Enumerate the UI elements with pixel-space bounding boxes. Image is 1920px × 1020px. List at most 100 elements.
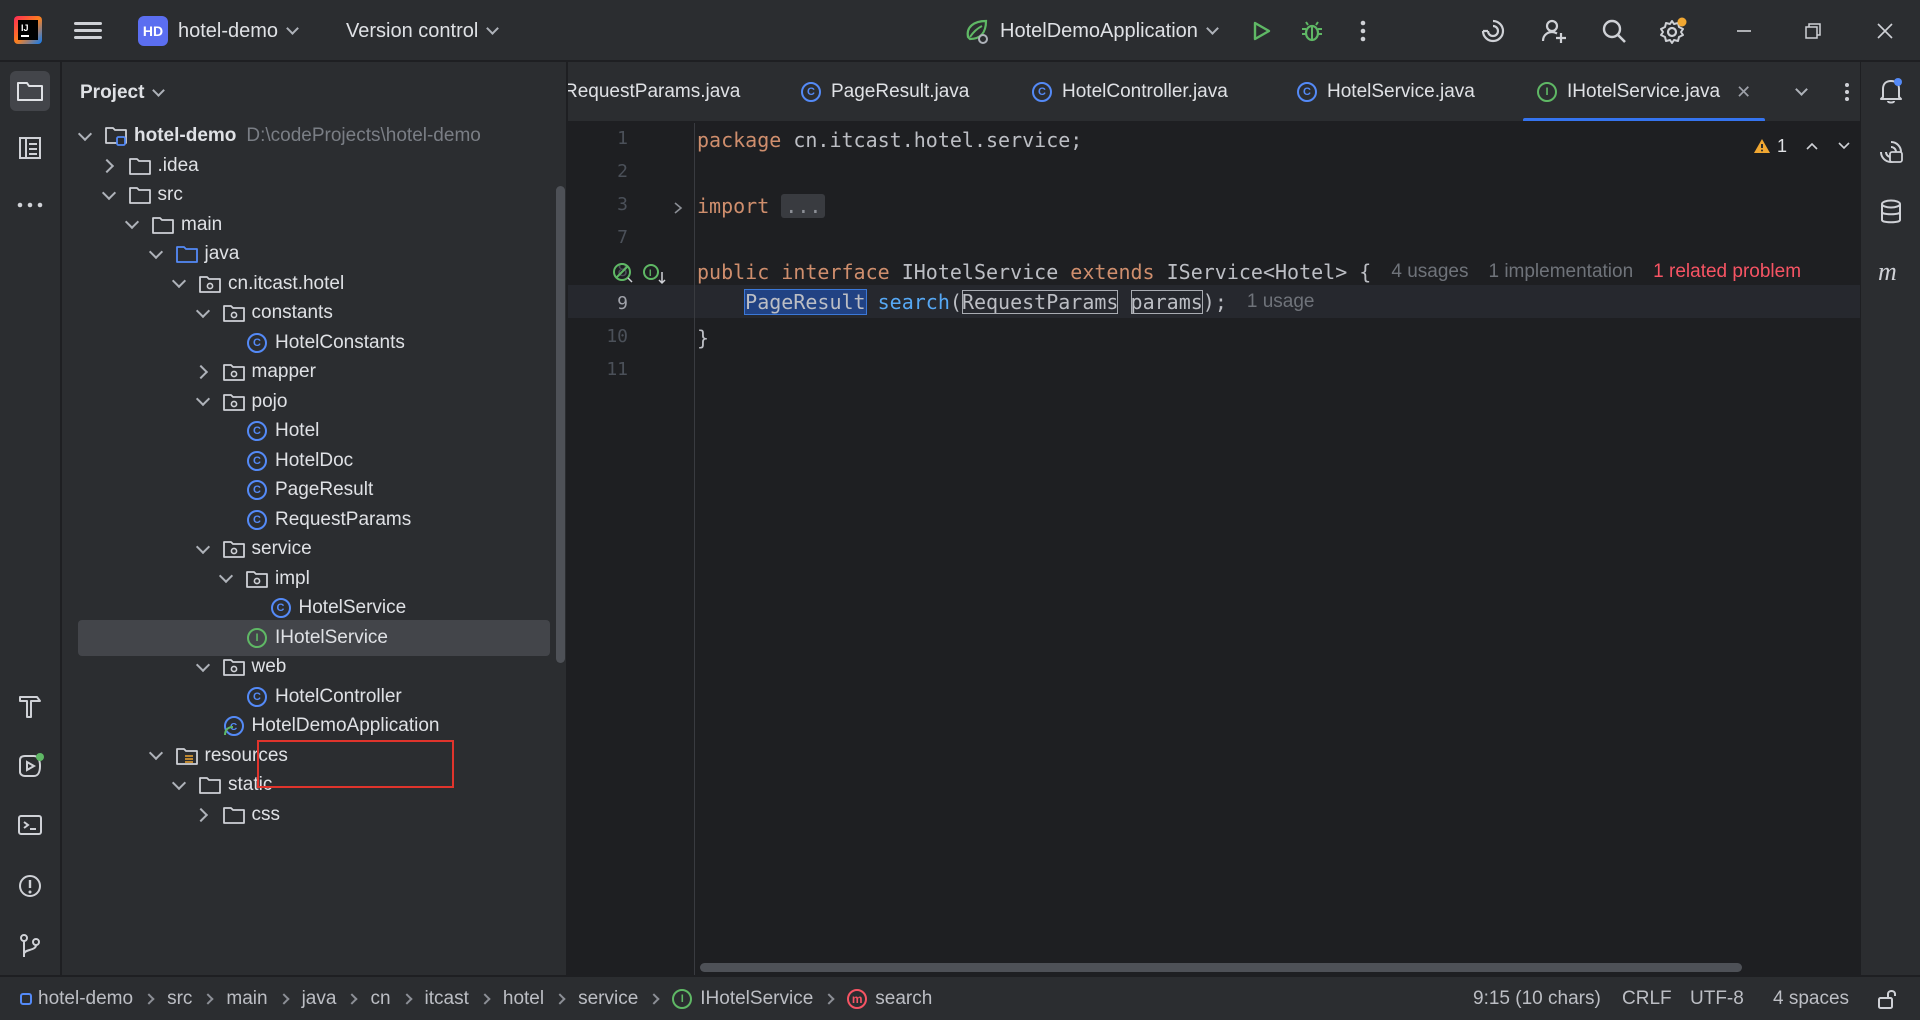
related-problem-hint[interactable]: 1 related problem xyxy=(1653,261,1801,283)
project-name: hotel-demo xyxy=(178,19,279,42)
project-switcher[interactable]: HD hotel-demo xyxy=(138,14,299,48)
tree-item-label: cn.itcast.hotel xyxy=(228,272,345,294)
breadcrumb-item[interactable]: m search xyxy=(847,988,932,1010)
git-tool-button[interactable] xyxy=(10,926,50,966)
tab-hotelservice[interactable]: C HotelService.java xyxy=(1297,62,1475,121)
problems-tool-button[interactable] xyxy=(10,866,50,906)
breadcrumb-item[interactable]: I IHotelService xyxy=(672,988,813,1010)
minimize-button[interactable] xyxy=(1727,14,1761,48)
tree-item[interactable]: css xyxy=(78,797,550,833)
breadcrumb-item[interactable]: src xyxy=(167,988,192,1010)
implemented-gutter-icon[interactable]: I xyxy=(642,262,668,286)
breadcrumb-item[interactable]: main xyxy=(226,988,267,1010)
chevron-down-icon[interactable] xyxy=(196,542,210,556)
tree-item-label: HotelService xyxy=(298,597,407,618)
chevron-down-icon[interactable] xyxy=(172,778,186,792)
services-tool-button[interactable] xyxy=(10,746,50,786)
run-gutter-icon[interactable] xyxy=(612,262,636,286)
return-type-selected: PageResult xyxy=(744,288,867,315)
line-number: 10 xyxy=(606,326,628,347)
chevron-down-icon[interactable] xyxy=(78,129,92,143)
folded-imports[interactable]: ... xyxy=(781,193,826,218)
more-tools-button[interactable] xyxy=(10,185,50,225)
tab-ihotelservice[interactable]: I IHotelService.java ✕ xyxy=(1522,62,1766,121)
debug-button[interactable] xyxy=(1295,14,1329,48)
spring-app-icon xyxy=(966,19,988,44)
readonly-toggle[interactable] xyxy=(1877,977,1897,1020)
breadcrumb-item[interactable]: hotel-demo xyxy=(20,988,133,1010)
chevron-right-icon[interactable] xyxy=(196,808,210,822)
chevron-down-icon[interactable] xyxy=(102,188,116,202)
svg-text:m: m xyxy=(1878,259,1897,285)
tab-pageresult[interactable]: C PageResult.java xyxy=(801,62,969,121)
maven-button[interactable]: m xyxy=(1871,252,1911,292)
chevron-down-icon[interactable] xyxy=(1837,141,1851,151)
search-button[interactable] xyxy=(1597,14,1631,48)
project-tool-button[interactable] xyxy=(10,71,50,111)
tab-list-button[interactable] xyxy=(1784,75,1818,109)
chevron-right-icon[interactable] xyxy=(196,365,210,379)
breadcrumb-item[interactable]: hotel xyxy=(503,988,544,1010)
build-tool-button[interactable] xyxy=(10,686,50,726)
chevron-down-icon[interactable] xyxy=(196,660,210,674)
chevron-right-icon[interactable] xyxy=(102,159,116,173)
panel-scrollbar[interactable] xyxy=(556,186,565,663)
close-icon[interactable]: ✕ xyxy=(1736,82,1751,103)
run-config-selector[interactable]: HotelDemoApplication xyxy=(962,14,1219,48)
method-name: search xyxy=(877,289,950,314)
indent-setting[interactable]: 4 spaces xyxy=(1773,977,1849,1020)
add-user-button[interactable] xyxy=(1537,14,1571,48)
chevron-down-icon[interactable] xyxy=(196,306,210,320)
chevron-down-icon[interactable] xyxy=(219,572,233,586)
usages-hint[interactable]: 4 usages xyxy=(1391,261,1468,283)
tree-item-label: java xyxy=(204,243,240,264)
ai-assistant-button[interactable] xyxy=(1476,14,1510,48)
chevron-down-icon[interactable] xyxy=(125,218,139,232)
chevron-down-icon[interactable] xyxy=(196,395,210,409)
structure-tool-button[interactable] xyxy=(10,128,50,168)
more-horizontal-icon xyxy=(17,202,43,208)
more-actions-button[interactable] xyxy=(1346,14,1380,48)
method-usage-hint[interactable]: 1 usage xyxy=(1247,291,1315,313)
closing-brace: } xyxy=(697,325,710,350)
run-button[interactable] xyxy=(1244,14,1278,48)
notifications-button[interactable] xyxy=(1871,71,1911,111)
ai-chat-button[interactable] xyxy=(1871,132,1911,172)
editor-horizontal-scrollbar[interactable] xyxy=(700,963,1742,972)
main-menu-button[interactable] xyxy=(74,18,102,44)
database-button[interactable] xyxy=(1871,192,1911,232)
implementation-hint[interactable]: 1 implementation xyxy=(1488,261,1633,283)
breadcrumb-item[interactable]: cn xyxy=(370,988,390,1010)
package-icon xyxy=(222,391,246,413)
intellij-logo-icon[interactable]: IJ xyxy=(14,16,42,44)
restore-button[interactable] xyxy=(1796,14,1830,48)
tab-label: IHotelService.java xyxy=(1567,81,1721,102)
tab-hotelcontroller[interactable]: C HotelController.java xyxy=(1032,62,1228,121)
code-editor[interactable]: 1 2 3 7 8 9 10 11 I package cn.itcast.ho… xyxy=(568,123,1860,975)
chevron-down-icon[interactable] xyxy=(149,247,163,261)
line-number: 1 xyxy=(617,128,628,149)
settings-button[interactable] xyxy=(1656,14,1690,48)
version-control-menu[interactable]: Version control xyxy=(346,14,500,48)
caret-position[interactable]: 9:15 (10 chars) xyxy=(1473,977,1601,1020)
chevron-down-icon[interactable] xyxy=(172,277,186,291)
class-icon: C xyxy=(1032,82,1052,102)
project-panel: Project hotel-demo D:\codeProjects\hotel-… xyxy=(62,62,567,975)
chevron-down-icon[interactable] xyxy=(149,749,163,763)
breadcrumb-item[interactable]: java xyxy=(302,988,337,1010)
inspection-widget[interactable]: 1 xyxy=(1753,133,1851,159)
breadcrumb-item[interactable]: service xyxy=(578,988,638,1010)
tab-options-button[interactable] xyxy=(1830,75,1860,109)
project-view-selector[interactable]: Project xyxy=(80,78,166,108)
terminal-tool-button[interactable] xyxy=(10,805,50,845)
svg-text:I: I xyxy=(649,268,652,278)
fold-expand-icon[interactable] xyxy=(672,201,684,215)
breadcrumb-item[interactable]: itcast xyxy=(425,988,469,1010)
chevron-up-icon[interactable] xyxy=(1805,141,1819,151)
close-window-button[interactable] xyxy=(1868,14,1902,48)
line-separator[interactable]: CRLF xyxy=(1622,977,1672,1020)
file-encoding[interactable]: UTF-8 xyxy=(1690,977,1744,1020)
tab-requestparams[interactable]: RequestParams.java xyxy=(568,62,740,121)
